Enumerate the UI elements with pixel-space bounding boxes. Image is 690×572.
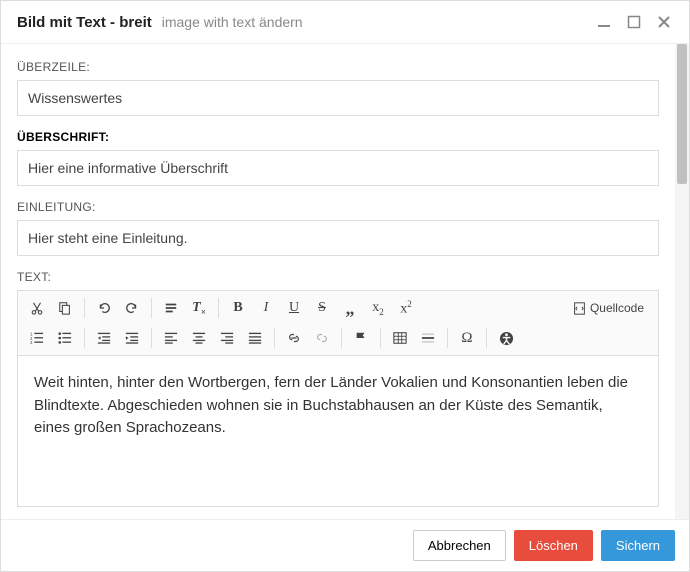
hr-icon[interactable] <box>415 325 441 351</box>
indent-icon[interactable] <box>119 325 145 351</box>
superscript-icon[interactable]: x2 <box>393 295 419 321</box>
maximize-icon[interactable] <box>625 13 643 31</box>
minimize-icon[interactable] <box>595 13 613 31</box>
scrollbar-thumb[interactable] <box>677 44 687 184</box>
dialog-subtitle: image with text ändern <box>162 14 303 30</box>
special-char-icon[interactable]: Ω <box>454 325 480 351</box>
headline-input[interactable] <box>17 150 659 186</box>
overline-input[interactable] <box>17 80 659 116</box>
cut-icon[interactable] <box>24 295 50 321</box>
svg-text:3: 3 <box>30 340 33 345</box>
outdent-icon[interactable] <box>91 325 117 351</box>
undo-icon[interactable] <box>91 295 117 321</box>
overline-label: ÜBERZEILE: <box>17 60 659 74</box>
quote-icon[interactable]: „ <box>337 295 363 321</box>
intro-input[interactable] <box>17 220 659 256</box>
link-icon[interactable] <box>281 325 307 351</box>
accessibility-icon[interactable] <box>493 325 519 351</box>
table-icon[interactable] <box>387 325 413 351</box>
text-label: TEXT: <box>17 270 659 284</box>
rich-text-editor: T× B I U S „ x2 x2 Quellcode 123 <box>17 290 659 507</box>
bullet-list-icon[interactable] <box>52 325 78 351</box>
align-right-icon[interactable] <box>214 325 240 351</box>
copy-icon[interactable] <box>52 295 78 321</box>
strike-icon[interactable]: S <box>309 295 335 321</box>
dialog-header: Bild mit Text - breit image with text än… <box>1 1 689 44</box>
dialog-body: ÜBERZEILE: ÜBERSCHRIFT: EINLEITUNG: TEXT… <box>1 44 675 519</box>
delete-button[interactable]: Löschen <box>514 530 593 561</box>
underline-icon[interactable]: U <box>281 295 307 321</box>
intro-label: EINLEITUNG: <box>17 200 659 214</box>
align-center-icon[interactable] <box>186 325 212 351</box>
remove-format-icon[interactable]: T× <box>186 295 212 321</box>
save-button[interactable]: Sichern <box>601 530 675 561</box>
format-icon[interactable] <box>158 295 184 321</box>
flag-icon[interactable] <box>348 325 374 351</box>
numbered-list-icon[interactable]: 123 <box>24 325 50 351</box>
italic-icon[interactable]: I <box>253 295 279 321</box>
headline-label: ÜBERSCHRIFT: <box>17 130 659 144</box>
dialog: Bild mit Text - breit image with text än… <box>0 0 690 572</box>
dialog-title: Bild mit Text - breit <box>17 14 152 31</box>
source-label: Quellcode <box>590 301 644 315</box>
close-icon[interactable] <box>655 13 673 31</box>
dialog-footer: Abbrechen Löschen Sichern <box>1 519 689 571</box>
redo-icon[interactable] <box>119 295 145 321</box>
editor-toolbar: T× B I U S „ x2 x2 Quellcode 123 <box>18 291 658 356</box>
align-justify-icon[interactable] <box>242 325 268 351</box>
source-icon <box>573 302 586 315</box>
scrollbar[interactable] <box>675 44 689 519</box>
bold-icon[interactable]: B <box>225 295 251 321</box>
source-button[interactable]: Quellcode <box>565 297 652 319</box>
subscript-icon[interactable]: x2 <box>365 295 391 321</box>
align-left-icon[interactable] <box>158 325 184 351</box>
cancel-button[interactable]: Abbrechen <box>413 530 506 561</box>
unlink-icon[interactable] <box>309 325 335 351</box>
editor-content[interactable]: Weit hinten, hinter den Wortbergen, fern… <box>18 356 658 506</box>
